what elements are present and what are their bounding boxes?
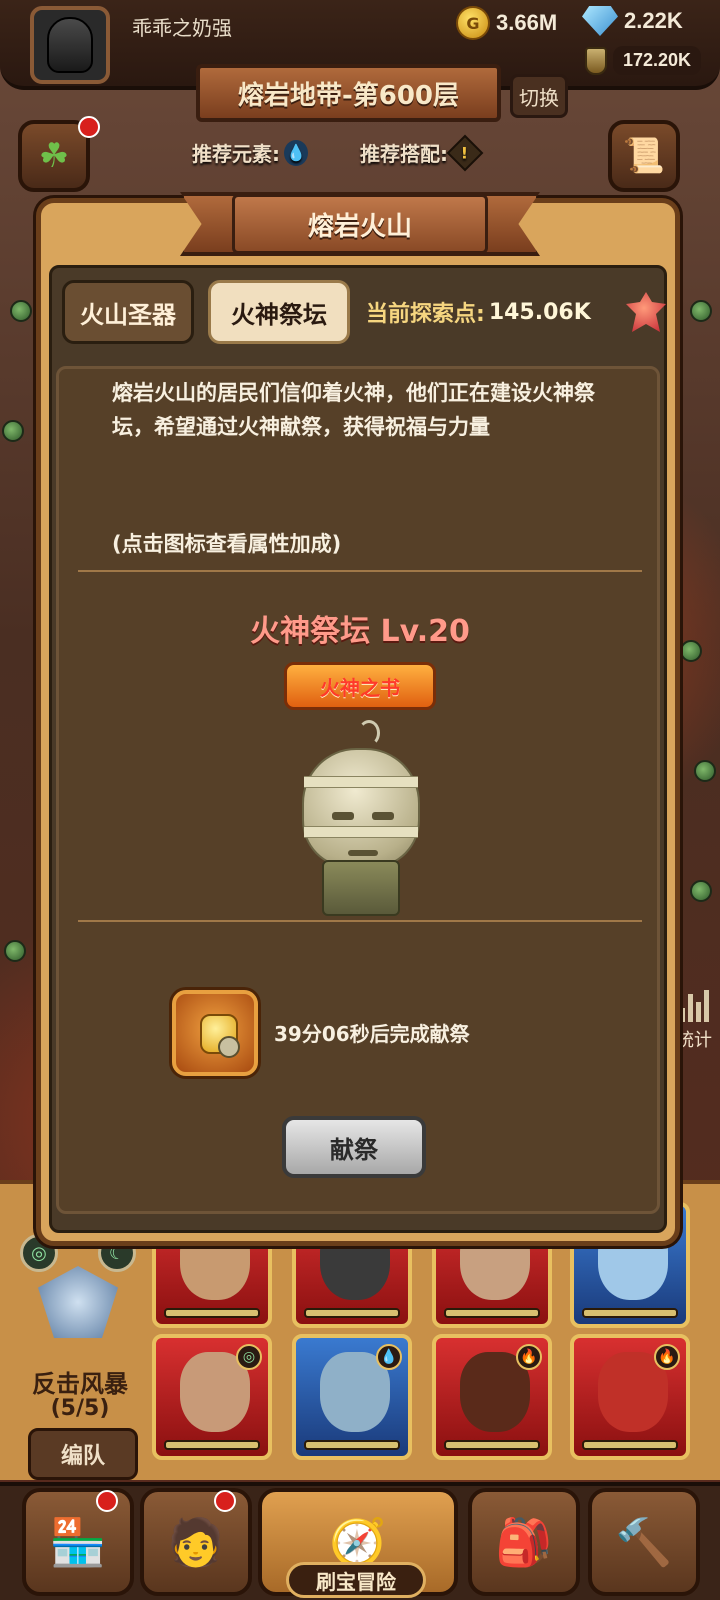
spiral-shell-icon [218, 1036, 240, 1058]
stage-title: 熔岩地带-第600层 [196, 64, 501, 122]
modal-title: 熔岩火山 [232, 194, 488, 254]
scroll-button[interactable]: 📜 [608, 120, 680, 192]
hero-hp-bar [164, 1440, 260, 1450]
enemy-sprite [694, 760, 716, 782]
altar-hint: (点击图标查看属性加成) [112, 532, 342, 556]
fire-icon: 🔥 [654, 1344, 680, 1370]
gem-counter[interactable]: 2.22K [582, 6, 683, 36]
coin-icon: G [456, 6, 490, 40]
nav-adventure-label: 刷宝冒险 [286, 1562, 426, 1598]
statue-head [302, 748, 420, 868]
clover-icon: ☘ [38, 136, 70, 176]
nav-forge[interactable]: 🔨 [588, 1488, 700, 1596]
hero-hp-bar [304, 1308, 400, 1318]
hero-hp-bar [444, 1308, 540, 1318]
tab-volcano-artifact[interactable]: 火山圣器 [62, 280, 194, 344]
switch-button[interactable]: 切换 [510, 74, 568, 118]
shop-icon: 🏪 [49, 1514, 107, 1569]
hero-hp-bar [582, 1440, 678, 1450]
sacrifice-timer: 39分06秒后完成献祭 [274, 1022, 470, 1046]
enemy-sprite [2, 420, 24, 442]
scroll-icon: 📜 [622, 136, 666, 176]
bandage [304, 776, 418, 788]
enemy-sprite [690, 880, 712, 902]
hero-hp-bar [304, 1440, 400, 1450]
enemy-sprite [4, 940, 26, 962]
hero-hp-bar [444, 1440, 540, 1450]
altar-description: 熔岩火山的居民们信仰着火神，他们正在建设火神祭坛，希望通过火神献祭，获得祝福与力… [112, 381, 595, 439]
exploration-points-value: 145.06K [488, 299, 591, 325]
hero-hp-bar [164, 1308, 260, 1318]
player-name: 乖乖之奶强 [132, 16, 232, 40]
notification-dot [214, 1490, 236, 1512]
statue-eye [332, 812, 354, 820]
smoke-icon [358, 720, 380, 746]
recommended-combo-label: 推荐搭配: [360, 142, 448, 166]
helmet-icon [47, 17, 93, 73]
altar-level-title: 火神祭坛 Lv.20 [250, 614, 470, 649]
offering-item-icon[interactable] [172, 990, 258, 1076]
formation-button[interactable]: 编队 [28, 1428, 138, 1480]
hero-card[interactable]: ◎ [152, 1334, 272, 1460]
fire-icon: 🔥 [516, 1344, 542, 1370]
gem-icon [582, 6, 618, 36]
hero-card[interactable]: 🔥 [570, 1334, 690, 1460]
statue-eye [372, 812, 394, 820]
water-drop-icon: 💧 [376, 1344, 402, 1370]
gem-value: 2.22K [624, 8, 683, 33]
hero-icon: 🧑 [167, 1514, 225, 1569]
team-name: 反击风暴 [32, 1370, 128, 1398]
recommended-combo[interactable]: 推荐搭配: ! [360, 134, 484, 171]
hammer-icon: 🔨 [615, 1514, 673, 1569]
fire-god-book-button[interactable]: 火神之书 [284, 662, 436, 710]
enemy-sprite [690, 300, 712, 322]
potion-counter[interactable]: 172.20K [585, 46, 702, 75]
statue-mouth [348, 850, 378, 856]
bandage [304, 826, 418, 838]
bar-chart-icon [679, 988, 709, 1022]
gold-value: 3.66M [496, 10, 558, 35]
hero-card[interactable]: 💧 [292, 1334, 412, 1460]
backpack-icon: 🎒 [495, 1514, 553, 1569]
team-count: (5/5) [50, 1396, 110, 1421]
hero-card[interactable]: 🔥 [432, 1334, 552, 1460]
potion-value: 172.20K [613, 46, 702, 75]
recommended-element[interactable]: 推荐元素: 💧 [192, 138, 308, 167]
divider [78, 920, 642, 922]
wind-icon: ◎ [236, 1344, 262, 1370]
statue-base [322, 860, 400, 916]
notification-dot [78, 116, 100, 138]
nav-bag[interactable]: 🎒 [468, 1488, 580, 1596]
stats-label: 统计 [676, 1030, 712, 1051]
fire-god-statue-icon[interactable] [296, 720, 426, 920]
recommended-element-label: 推荐元素: [192, 142, 280, 166]
gold-counter[interactable]: G 3.66M [456, 6, 557, 40]
water-drop-icon: 💧 [284, 139, 308, 166]
divider [78, 570, 642, 572]
potion-icon [585, 46, 607, 75]
exploration-points: 当前探索点: 145.06K [366, 296, 591, 328]
player-avatar[interactable] [30, 6, 110, 84]
exploration-points-label: 当前探索点: [366, 302, 485, 327]
warning-icon: ! [446, 134, 484, 171]
notification-dot [96, 1490, 118, 1512]
sacrifice-button[interactable]: 献祭 [282, 1116, 426, 1178]
tab-fire-god-altar[interactable]: 火神祭坛 [208, 280, 350, 344]
enemy-sprite [10, 300, 32, 322]
hero-hp-bar [582, 1308, 678, 1318]
